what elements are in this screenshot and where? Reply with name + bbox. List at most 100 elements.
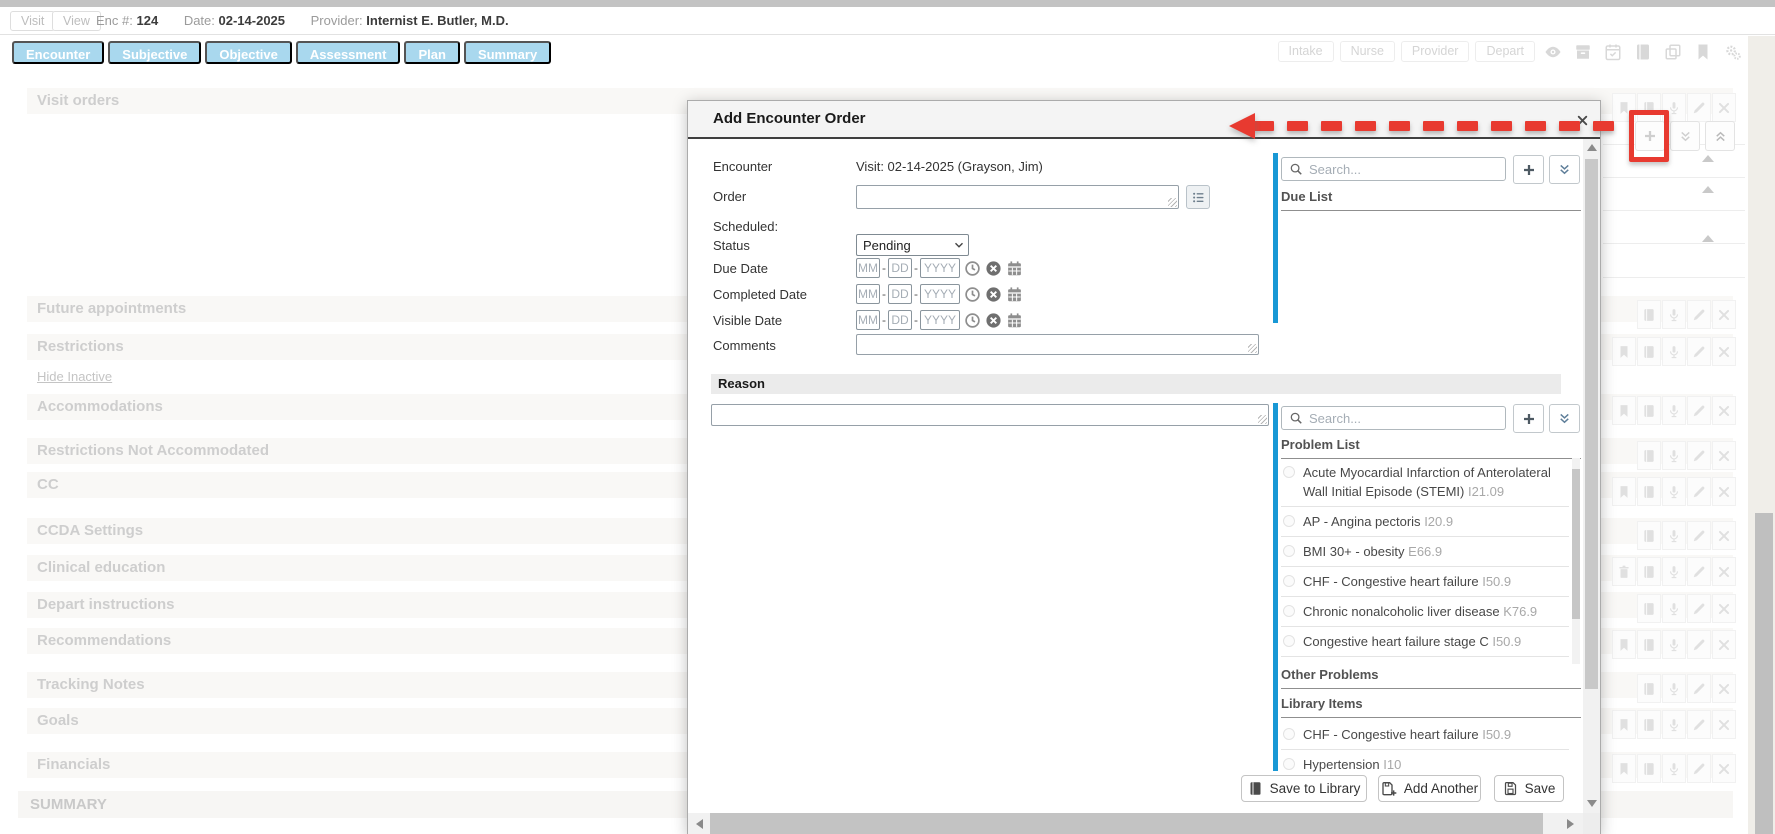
- bookmark-row-action-button[interactable]: [1612, 396, 1636, 425]
- pencil-row-action-button[interactable]: [1687, 754, 1711, 783]
- bookmark-row-action-button[interactable]: [1612, 754, 1636, 783]
- gears-button[interactable]: [1721, 41, 1745, 62]
- visible-date-now-button[interactable]: [964, 312, 981, 329]
- book-row-action-button[interactable]: [1637, 300, 1661, 329]
- mic-row-action-button[interactable]: [1662, 521, 1686, 550]
- due-date-mm-input[interactable]: [856, 258, 880, 278]
- completed-date-now-button[interactable]: [964, 286, 981, 303]
- tab-encounter[interactable]: Encounter: [12, 41, 104, 64]
- copy-button[interactable]: [1661, 41, 1685, 62]
- bookmark-row-action-button[interactable]: [1612, 710, 1636, 739]
- mic-row-action-button[interactable]: [1662, 441, 1686, 470]
- bookmark-row-action-button[interactable]: [1612, 337, 1636, 366]
- pencil-row-action-button[interactable]: [1687, 521, 1711, 550]
- problem-list-item[interactable]: AP - Angina pectoris I20.9: [1281, 507, 1569, 537]
- trash-row-action-button[interactable]: [1612, 557, 1636, 586]
- due-date-calendar-button[interactable]: [1006, 260, 1023, 277]
- visible-date-mm-input[interactable]: [856, 310, 880, 330]
- x-row-action-button[interactable]: [1712, 93, 1736, 122]
- pencil-row-action-button[interactable]: [1687, 300, 1711, 329]
- expand-all-button[interactable]: [1670, 121, 1700, 151]
- x-row-action-button[interactable]: [1712, 300, 1736, 329]
- archive-button[interactable]: [1571, 41, 1595, 62]
- visible-date-clear-button[interactable]: [985, 312, 1002, 329]
- due-list-add-button[interactable]: [1513, 155, 1544, 184]
- radio-button[interactable]: [1283, 575, 1295, 587]
- collapse-up-icon[interactable]: [1702, 186, 1714, 193]
- x-row-action-button[interactable]: [1712, 630, 1736, 659]
- hide-inactive-link[interactable]: Hide Inactive: [37, 369, 112, 384]
- pencil-row-action-button[interactable]: [1687, 630, 1711, 659]
- mic-row-action-button[interactable]: [1662, 630, 1686, 659]
- stage-button-nurse[interactable]: Nurse: [1340, 41, 1395, 62]
- pencil-row-action-button[interactable]: [1687, 594, 1711, 623]
- order-input[interactable]: [856, 185, 1179, 209]
- book-row-action-button[interactable]: [1637, 754, 1661, 783]
- x-row-action-button[interactable]: [1712, 710, 1736, 739]
- x-row-action-button[interactable]: [1712, 441, 1736, 470]
- mic-row-action-button[interactable]: [1662, 594, 1686, 623]
- pencil-row-action-button[interactable]: [1687, 93, 1711, 122]
- modal-scroll-left-button[interactable]: [691, 813, 707, 834]
- x-row-action-button[interactable]: [1712, 396, 1736, 425]
- problem-list-item[interactable]: Coronary Atherosclerosis of Native Coron…: [1281, 657, 1569, 664]
- save-to-library-button[interactable]: Save to Library: [1241, 775, 1367, 802]
- due-date-yyyy-input[interactable]: [920, 258, 960, 278]
- collapse-up-icon[interactable]: [1702, 155, 1714, 162]
- tab-assessment[interactable]: Assessment: [296, 41, 401, 64]
- book-row-action-button[interactable]: [1637, 710, 1661, 739]
- mic-row-action-button[interactable]: [1662, 710, 1686, 739]
- bookmark-row-action-button[interactable]: [1612, 630, 1636, 659]
- stage-button-intake[interactable]: Intake: [1278, 41, 1334, 62]
- view-button[interactable]: View: [52, 11, 101, 31]
- radio-button[interactable]: [1283, 758, 1295, 770]
- reason-input-resize-handle[interactable]: [1258, 415, 1267, 424]
- comments-input[interactable]: [856, 334, 1259, 355]
- visible-date-calendar-button[interactable]: [1006, 312, 1023, 329]
- pencil-row-action-button[interactable]: [1687, 557, 1711, 586]
- radio-button[interactable]: [1283, 728, 1295, 740]
- radio-button[interactable]: [1283, 635, 1295, 647]
- mic-row-action-button[interactable]: [1662, 557, 1686, 586]
- status-select[interactable]: Pending: [856, 234, 969, 256]
- collapse-up-icon[interactable]: [1702, 235, 1714, 242]
- problem-search-input[interactable]: [1309, 411, 1505, 426]
- pencil-row-action-button[interactable]: [1687, 477, 1711, 506]
- due-list-expand-button[interactable]: [1549, 155, 1580, 184]
- book-row-action-button[interactable]: [1637, 521, 1661, 550]
- mic-row-action-button[interactable]: [1662, 674, 1686, 703]
- library-list-item[interactable]: Hypertension I10: [1281, 750, 1569, 776]
- book-row-action-button[interactable]: [1637, 630, 1661, 659]
- radio-button[interactable]: [1283, 605, 1295, 617]
- completed-date-clear-button[interactable]: [985, 286, 1002, 303]
- mic-row-action-button[interactable]: [1662, 337, 1686, 366]
- due-list-search-input[interactable]: [1309, 162, 1505, 177]
- reason-input[interactable]: [711, 404, 1269, 426]
- x-row-action-button[interactable]: [1712, 337, 1736, 366]
- x-row-action-button[interactable]: [1712, 594, 1736, 623]
- visible-date-yyyy-input[interactable]: [920, 310, 960, 330]
- visible-date-dd-input[interactable]: [888, 310, 912, 330]
- book-row-action-button[interactable]: [1637, 396, 1661, 425]
- order-lookup-button[interactable]: [1186, 185, 1210, 209]
- problem-list-item[interactable]: Acute Myocardial Infarction of Anterolat…: [1281, 458, 1569, 507]
- book-row-action-button[interactable]: [1637, 557, 1661, 586]
- mic-row-action-button[interactable]: [1662, 300, 1686, 329]
- completed-date-calendar-button[interactable]: [1006, 286, 1023, 303]
- mic-row-action-button[interactable]: [1662, 477, 1686, 506]
- modal-scroll-right-button[interactable]: [1561, 813, 1579, 834]
- x-row-action-button[interactable]: [1712, 557, 1736, 586]
- x-row-action-button[interactable]: [1712, 521, 1736, 550]
- pencil-row-action-button[interactable]: [1687, 396, 1711, 425]
- modal-vertical-scrollbar-thumb[interactable]: [1585, 159, 1598, 689]
- book-row-action-button[interactable]: [1637, 594, 1661, 623]
- comments-input-resize-handle[interactable]: [1248, 344, 1257, 353]
- pencil-row-action-button[interactable]: [1687, 337, 1711, 366]
- bookmark-button[interactable]: [1691, 41, 1715, 62]
- problem-list-item[interactable]: Chronic nonalcoholic liver disease K76.9: [1281, 597, 1569, 627]
- bookmark-row-action-button[interactable]: [1612, 477, 1636, 506]
- due-date-clear-button[interactable]: [985, 260, 1002, 277]
- due-date-now-button[interactable]: [964, 260, 981, 277]
- problem-list-item[interactable]: BMI 30+ - obesity E66.9: [1281, 537, 1569, 567]
- collapse-all-button[interactable]: [1705, 121, 1735, 151]
